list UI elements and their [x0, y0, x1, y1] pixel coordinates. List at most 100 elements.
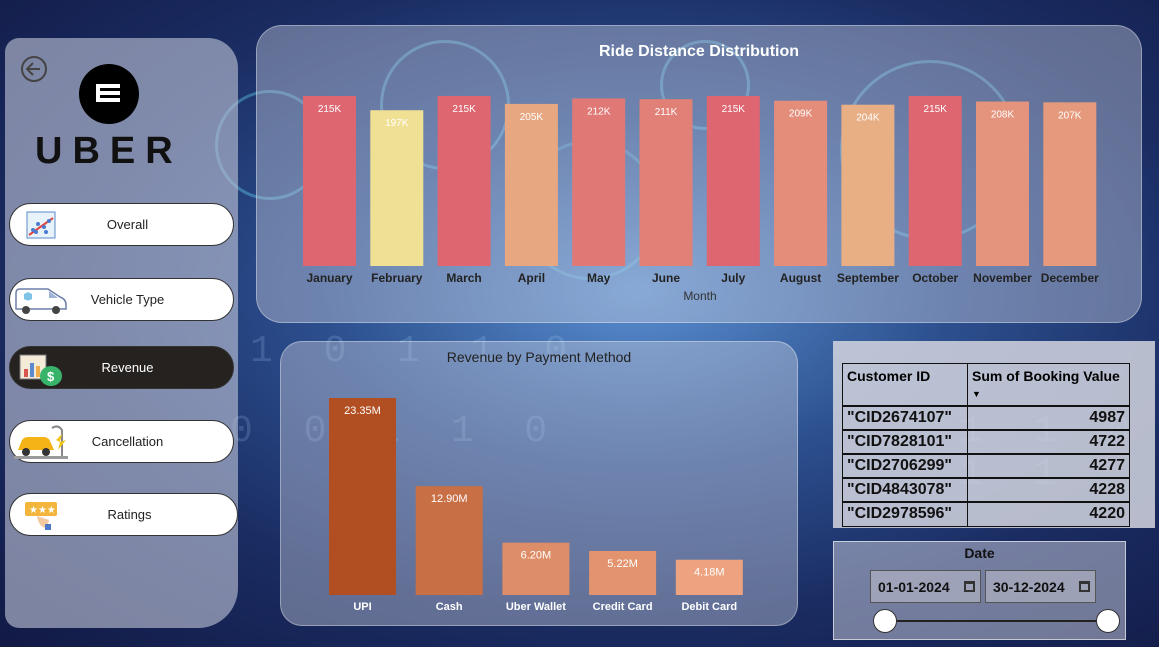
x-tick-label: May — [587, 271, 611, 285]
data-label: 197K — [385, 118, 409, 129]
bar — [841, 104, 895, 266]
x-tick-label: November — [973, 271, 1032, 285]
svg-text:★★★: ★★★ — [29, 505, 56, 516]
data-label: 215K — [318, 104, 342, 115]
bar — [908, 96, 962, 266]
x-tick-label: UPI — [353, 601, 371, 613]
date-range-end-handle[interactable] — [1096, 609, 1120, 633]
date-filter-panel: Date 01-01-2024 30-12-2024 — [833, 541, 1126, 640]
customer-id-cell: "CID2674107" — [842, 405, 968, 431]
van-icon — [10, 280, 72, 320]
x-tick-label: February — [371, 271, 423, 285]
x-tick-label: October — [912, 271, 958, 285]
x-tick-label: August — [780, 271, 821, 285]
nav-ratings-button[interactable]: ★★★ Ratings — [9, 493, 238, 536]
bar — [1043, 102, 1097, 266]
x-tick-label: July — [721, 271, 745, 285]
booking-value-header-label: Sum of Booking Value — [972, 368, 1120, 384]
nav-overall-label: Overall — [106, 217, 149, 232]
bar — [370, 110, 424, 266]
customer-id-cell: "CID7828101" — [842, 429, 968, 455]
nav-cancellation-button[interactable]: Cancellation — [9, 420, 234, 463]
x-tick-label: Debit Card — [681, 601, 737, 613]
ride-distance-chart: 215K January 197K February 215K March 205K Apri… — [303, 96, 1099, 303]
table-row: "CID7828101" 4722 — [842, 429, 1130, 455]
x-tick-label: April — [518, 271, 545, 285]
x-tick-label: Cash — [436, 601, 463, 613]
sidebar: UBER Overall Vehicle Type $ Revenue Canc… — [5, 38, 238, 628]
table-row: "CID2674107" 4987 — [842, 405, 1130, 431]
booking-value-cell: 4987 — [967, 405, 1130, 431]
bar — [572, 98, 626, 266]
table-row: "CID4843078" 4228 — [842, 477, 1130, 503]
data-label: 5.22M — [607, 558, 638, 570]
scatter-chart-icon — [10, 205, 72, 245]
data-label: 208K — [991, 110, 1015, 121]
date-range-slider-track[interactable] — [885, 620, 1107, 622]
bar — [329, 398, 396, 595]
ride-distance-chart-panel: Ride Distance Distribution 215K January 19… — [256, 25, 1142, 323]
x-tick-label: March — [446, 271, 481, 285]
bar — [639, 99, 693, 267]
revenue-chart: 23.35M UPI 12.90M Cash 6.20M Uber Wallet 5.22M… — [329, 398, 743, 613]
booking-value-cell: 4722 — [967, 429, 1130, 455]
brand-name: UBER — [35, 130, 183, 172]
end-date-input[interactable]: 30-12-2024 — [985, 570, 1096, 603]
bar — [504, 103, 558, 266]
data-label: 204K — [856, 113, 880, 124]
bar — [976, 101, 1029, 266]
nav-revenue-label: Revenue — [101, 360, 154, 375]
nav-vehicle-type-label: Vehicle Type — [90, 292, 165, 307]
stars-rating-icon: ★★★ — [10, 495, 72, 535]
car-charging-icon — [10, 422, 72, 462]
data-label: 212K — [587, 106, 611, 117]
booking-value-cell: 4220 — [967, 501, 1130, 527]
data-label: 23.35M — [344, 405, 381, 417]
nav-cancellation-label: Cancellation — [91, 434, 164, 449]
end-date-value: 30-12-2024 — [993, 578, 1065, 595]
x-tick-label: Uber Wallet — [506, 601, 566, 613]
column-header-customer-id[interactable]: Customer ID — [842, 363, 968, 407]
booking-value-cell: 4228 — [967, 477, 1130, 503]
nav-ratings-label: Ratings — [107, 507, 152, 522]
data-label: 6.20M — [521, 550, 552, 562]
data-label: 211K — [655, 107, 678, 118]
x-axis-label: Month — [683, 289, 716, 303]
nav-revenue-button[interactable]: $ Revenue — [9, 346, 234, 389]
data-label: 207K — [1058, 110, 1082, 121]
data-label: 209K — [789, 109, 813, 120]
money-bag-chart-icon: $ — [10, 348, 72, 388]
data-label: 12.90M — [431, 493, 468, 505]
booking-value-cell: 4277 — [967, 453, 1130, 479]
uber-logo-icon — [79, 64, 139, 124]
x-tick-label: June — [652, 271, 680, 285]
calendar-icon[interactable] — [964, 581, 975, 592]
data-label: 4.18M — [694, 567, 725, 579]
top-customers-table: Customer ID Sum of Booking Value ▼ "CID2… — [842, 363, 1130, 527]
customer-id-cell: "CID2706299" — [842, 453, 968, 479]
x-tick-label: December — [1041, 271, 1099, 285]
nav-vehicle-type-button[interactable]: Vehicle Type — [9, 278, 234, 321]
x-tick-label: January — [306, 271, 352, 285]
start-date-input[interactable]: 01-01-2024 — [870, 570, 981, 603]
column-header-booking-value[interactable]: Sum of Booking Value ▼ — [967, 363, 1130, 407]
data-label: 215K — [722, 104, 746, 115]
data-label: 215K — [924, 104, 948, 115]
bar — [706, 96, 760, 266]
back-arrow-icon[interactable] — [20, 55, 48, 83]
date-range-start-handle[interactable] — [873, 609, 897, 633]
customer-id-cell: "CID2978596" — [842, 501, 968, 527]
data-label: 205K — [520, 112, 544, 123]
start-date-value: 01-01-2024 — [878, 578, 950, 595]
x-tick-label: Credit Card — [593, 601, 653, 613]
nav-overall-button[interactable]: Overall — [9, 203, 234, 246]
table-row: "CID2978596" 4220 — [842, 501, 1130, 527]
svg-text:$: $ — [47, 369, 55, 384]
customer-id-cell: "CID4843078" — [842, 477, 968, 503]
bar — [774, 100, 828, 266]
sort-descending-icon: ▼ — [972, 389, 981, 399]
revenue-chart-panel: Revenue by Payment Method 23.35M UPI 12.90… — [280, 341, 798, 626]
date-filter-title: Date — [964, 545, 995, 561]
bar — [437, 96, 491, 266]
calendar-icon[interactable] — [1079, 581, 1090, 592]
